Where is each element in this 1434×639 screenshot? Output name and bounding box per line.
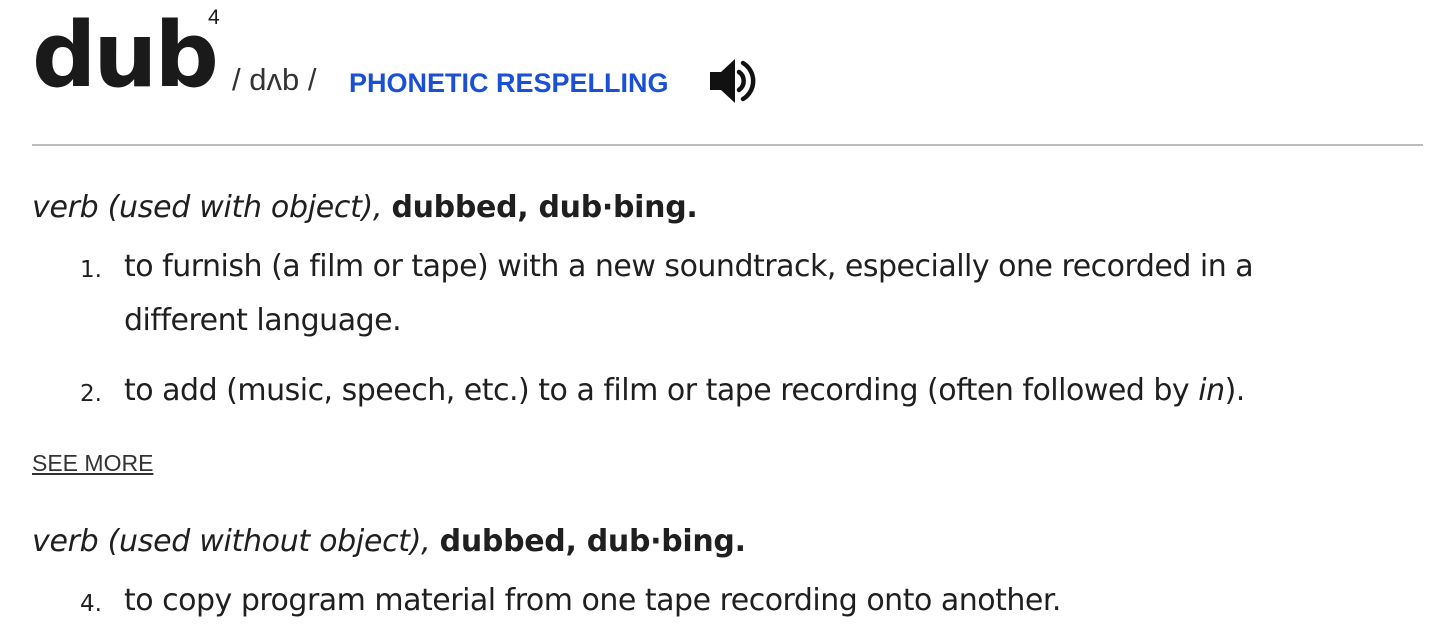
headword: dub: [32, 3, 219, 108]
definition-number: 1.: [80, 257, 102, 283]
definition-text-part: to add (music, speech, etc.) to a film o…: [124, 373, 1199, 408]
definition-text: to furnish (a film or tape) with a new s…: [124, 249, 1254, 338]
ipa-pronunciation: / dʌb /: [232, 62, 317, 97]
part-of-speech: verb (used without object),: [32, 524, 431, 559]
entry-header: dub 4 / dʌb / PHONETIC RESPELLING: [32, 0, 932, 110]
inflected-forms: dubbed, dub·bing.: [439, 524, 746, 559]
definition-text: to add (music, speech, etc.) to a film o…: [124, 364, 1364, 418]
inflected-forms: dubbed, dub·bing.: [391, 190, 698, 225]
definition-number: 2.: [80, 381, 102, 407]
part-of-speech-line: verb (used without object), dubbed, dub·…: [32, 524, 746, 559]
phonetic-respelling-link[interactable]: PHONETIC RESPELLING: [349, 68, 669, 99]
definition-text: to copy program material from one tape r…: [124, 583, 1061, 618]
speaker-icon[interactable]: [708, 54, 760, 108]
homograph-number: 4: [208, 6, 220, 29]
divider: [32, 144, 1423, 146]
definition-text-part: ).: [1224, 373, 1246, 408]
part-of-speech: verb (used with object),: [32, 190, 383, 225]
see-more-link[interactable]: SEE MORE: [32, 450, 153, 477]
part-of-speech-line: verb (used with object), dubbed, dub·bin…: [32, 190, 698, 225]
definition-italic-term: in: [1198, 373, 1225, 408]
definition-number: 4.: [80, 591, 102, 617]
